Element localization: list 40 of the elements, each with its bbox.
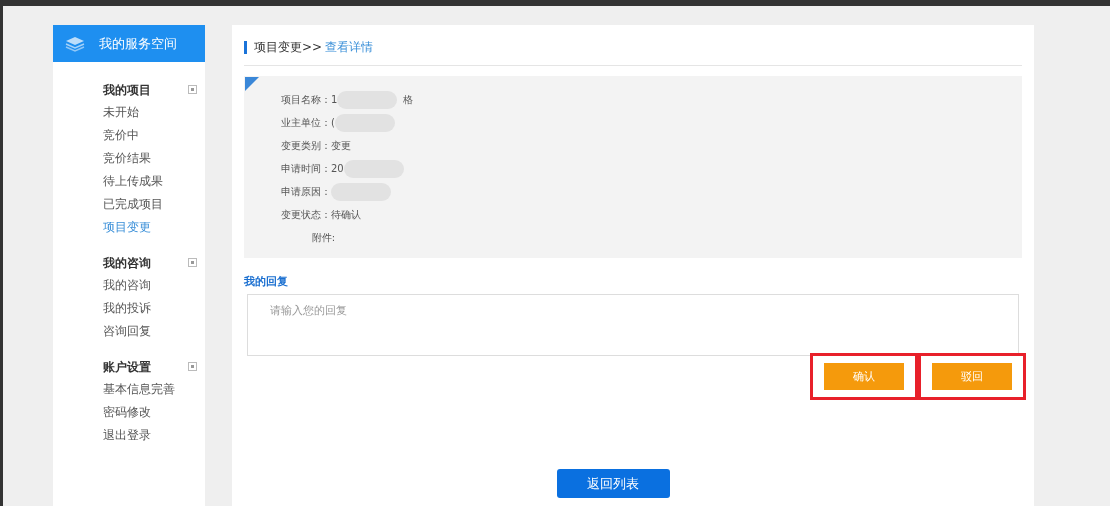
detail-label: 项目名称：: [281, 93, 331, 107]
group-title: 账户设置: [103, 358, 151, 376]
sidebar-item[interactable]: 密码修改: [103, 401, 197, 424]
detail-value: 1: [331, 93, 338, 107]
corner-tag-icon: [245, 77, 259, 91]
detail-label: 申请时间：: [281, 162, 331, 176]
sidebar-item[interactable]: 已完成项目: [103, 193, 197, 216]
group-title: 我的项目: [103, 81, 151, 99]
detail-value: 待确认: [331, 208, 361, 222]
detail-value: 变更: [331, 139, 351, 153]
sidebar-item[interactable]: 退出登录: [103, 424, 197, 447]
expand-toggle-icon[interactable]: [188, 258, 197, 267]
sidebar-item[interactable]: 未开始: [103, 101, 197, 124]
detail-value: 20: [331, 162, 344, 176]
detail-label: 变更状态：: [281, 208, 331, 222]
title-bar-icon: [244, 40, 247, 54]
sidebar-item[interactable]: 咨询回复: [103, 320, 197, 343]
detail-label: 业主单位：: [281, 116, 331, 130]
sidebar-item[interactable]: 我的投诉: [103, 297, 197, 320]
sidebar-item[interactable]: 我的咨询: [103, 274, 197, 297]
expand-toggle-icon[interactable]: [188, 85, 197, 94]
detail-label: 附件:: [310, 231, 336, 245]
breadcrumb-parent[interactable]: 项目变更>>: [254, 38, 323, 56]
back-to-list-button[interactable]: 返回列表: [556, 469, 670, 499]
sidebar-item[interactable]: 竞价中: [103, 124, 197, 147]
sidebar-item[interactable]: 竞价结果: [103, 147, 197, 170]
sidebar-item[interactable]: 待上传成果: [103, 170, 197, 193]
expand-toggle-icon[interactable]: [188, 362, 197, 371]
layers-icon: [65, 35, 85, 52]
sidebar-item[interactable]: 项目变更: [103, 216, 197, 239]
reply-title: 我的回复: [244, 274, 289, 290]
detail-value: 格: [403, 93, 414, 107]
sidebar-title: 我的服务空间: [99, 34, 177, 53]
detail-label: 申请原因：: [281, 185, 331, 199]
sidebar-item[interactable]: 基本信息完善: [103, 378, 197, 401]
breadcrumb-current: 查看详情: [325, 39, 374, 56]
detail-label: 变更类别：: [281, 139, 331, 153]
group-title: 我的咨询: [103, 254, 151, 272]
detail-value: (: [331, 116, 335, 130]
reply-input[interactable]: 请输入您的回复: [247, 293, 1019, 356]
